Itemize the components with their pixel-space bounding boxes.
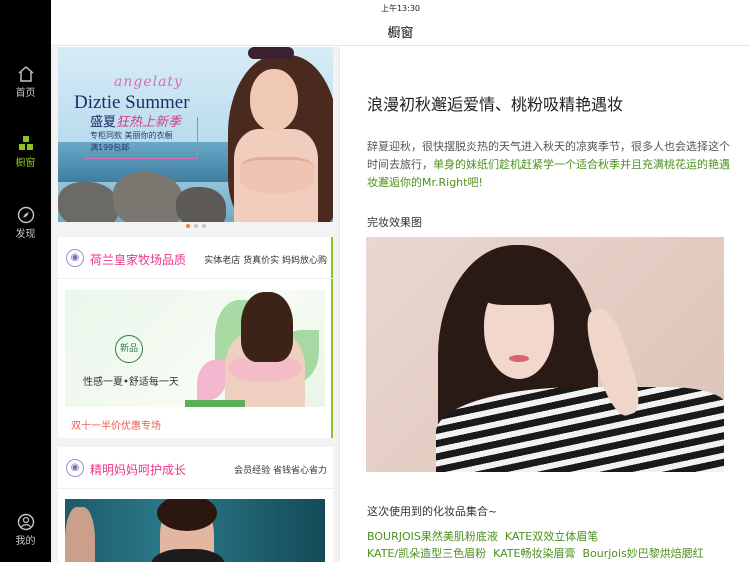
card-promo-image[interactable] [65,499,325,562]
products-heading: 这次使用到的化妆品集合~ [367,505,498,518]
makeup-result-photo [366,237,724,472]
showcase-feed: angelaty Diztie Summer 盛夏狂热上新季 专柜同款 美丽你的… [51,47,340,562]
status-time: 上午13:30 [380,4,421,13]
new-badge: 新品 [115,335,143,363]
product-list: BOURJOIS果然美肌粉底液 KATE双效立体眉笔 KATE/凯朵造型三色眉粉 K… [367,528,737,562]
sidebar-item-showcase[interactable]: 橱窗 [0,134,51,170]
sidebar-item-home[interactable]: 首页 [0,64,51,100]
carousel-dot[interactable] [201,224,206,228]
sidebar-item-label: 橱窗 [15,158,36,169]
banner-rock [113,172,183,222]
product-link[interactable]: BOURJOIS果然美肌粉底液 [367,530,498,543]
promo-caption[interactable]: 双十一半价优惠专场 [71,417,161,432]
article-title: 浪漫初秋邂逅爱情、桃粉吸精艳遇妆 [367,95,624,114]
banner-subtext: 专柜同款 美丽你的衣橱 满199包邮 [90,131,173,152]
banner-model-face [250,69,298,131]
photo-bangs [478,267,562,305]
image-caption: 完妆效果图 [367,216,422,229]
photo-striped-shirt [436,387,724,472]
carousel-dot[interactable] [193,224,198,228]
banner-rock [176,187,226,222]
brand-logo-icon: ◉ [66,459,84,477]
banner-sunglasses [248,47,294,59]
brand-logo-icon: ◉ [66,249,84,267]
home-icon [18,66,33,82]
photo-lips [509,355,529,362]
product-link[interactable]: KATE/凯朵造型三色眉粉 [367,547,486,560]
top-bar: 上午13:30 橱窗 [51,0,750,46]
promo-model-hair [241,292,293,362]
card-promo-image[interactable]: 新品 性感一夏•舒适每一天 [65,290,325,407]
product-link[interactable]: Bourjois妙巴黎烘焙腮红 [582,547,703,560]
card-tags: 会员经验 省钱省心省力 [234,466,327,476]
shop-card[interactable]: ◉ 荷兰皇家牧场品质 实体老店 货真价实 妈妈放心购 新品 性感一夏•舒适每一天… [58,237,333,438]
banner-script: angelaty [114,74,183,90]
compass-icon [17,206,34,224]
promo-band [185,400,245,407]
product-row: BOURJOIS果然美肌粉底液 KATE双效立体眉笔 [367,528,737,545]
user-icon [17,513,34,531]
banner-subtitle: 盛夏狂热上新季 [90,115,182,130]
carousel-dot[interactable] [185,224,190,228]
product-link[interactable]: KATE畅妆染眉膏 [493,547,575,560]
sidebar-item-label: 首页 [15,88,36,99]
carousel-dots[interactable] [51,224,339,228]
banner-lingerie [240,157,314,193]
page-title: 橱窗 [387,26,414,41]
sidebar-item-discover[interactable]: 发现 [0,205,51,241]
sidebar-item-label: 我的 [15,536,36,547]
card-title: 精明妈妈呵护成长 [90,463,187,477]
card-title: 荷兰皇家牧场品质 [90,253,187,267]
promo-model [65,507,95,562]
product-row: KATE/凯朵造型三色眉粉 KATE畅妆染眉膏 Bourjois妙巴黎烘焙腮红 [367,545,737,562]
banner-rock [58,182,118,222]
flower-decoration [197,360,227,400]
article-panel: 浪漫初秋邂逅爱情、桃粉吸精艳遇妆 辞夏迎秋，很快摆脱炎热的天气进入秋天的凉爽季节… [341,47,750,562]
promo-slogan: 性感一夏•舒适每一天 [83,377,179,388]
showcase-icon [18,136,33,150]
sidebar-item-label: 发现 [15,229,36,240]
card-header: ◉ 荷兰皇家牧场品质 实体老店 货真价实 妈妈放心购 [58,237,333,279]
product-link[interactable]: KATE双效立体眉笔 [505,530,598,543]
sidebar: 首页 橱窗 发现 我的 [0,0,51,562]
shop-card[interactable]: ◉ 精明妈妈呵护成长 会员经验 省钱省心省力 [58,447,333,562]
sidebar-item-me[interactable]: 我的 [0,512,51,548]
card-tags: 实体老店 货真价实 妈妈放心购 [204,256,327,266]
article-body: 辞夏迎秋，很快摆脱炎热的天气进入秋天的凉爽季节，很多人也会选择这个时间去旅行，单… [367,140,730,189]
card-header: ◉ 精明妈妈呵护成长 会员经验 省钱省心省力 [58,447,333,489]
promo-banner[interactable]: angelaty Diztie Summer 盛夏狂热上新季 专柜同款 美丽你的… [58,47,333,222]
